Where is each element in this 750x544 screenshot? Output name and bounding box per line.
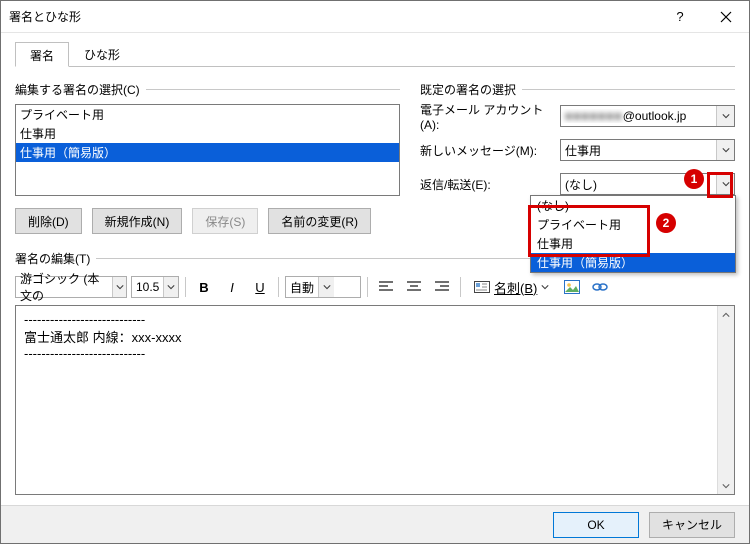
divider bbox=[522, 89, 735, 90]
card-icon bbox=[474, 281, 490, 293]
separator bbox=[460, 277, 461, 297]
right-group-label: 既定の署名の選択 bbox=[420, 81, 516, 98]
chevron-down-icon[interactable] bbox=[112, 277, 126, 297]
account-value: ■■■■■■■@outlook.jp bbox=[561, 109, 716, 123]
align-center-button[interactable] bbox=[402, 276, 426, 298]
editor-line: 富士通太郎 内線：xxx-xxxx bbox=[24, 327, 726, 346]
close-button[interactable] bbox=[703, 1, 749, 33]
list-item[interactable]: プライベート用 bbox=[16, 105, 399, 124]
ok-button[interactable]: OK bbox=[553, 512, 639, 538]
separator bbox=[278, 277, 279, 297]
titlebar: 署名とひな形 ? bbox=[1, 1, 749, 33]
italic-button[interactable]: I bbox=[220, 276, 244, 298]
callout-badge-1: 1 bbox=[684, 169, 704, 189]
color-combo[interactable]: 自動 bbox=[285, 276, 361, 298]
newmsg-value: 仕事用 bbox=[561, 142, 716, 159]
chevron-down-icon[interactable] bbox=[716, 106, 734, 126]
align-right-button[interactable] bbox=[430, 276, 454, 298]
bold-button[interactable]: B bbox=[192, 276, 216, 298]
underline-button[interactable]: U bbox=[248, 276, 272, 298]
editor-wrap: ---------------------------- 富士通太郎 内線：xx… bbox=[15, 305, 735, 495]
separator bbox=[367, 277, 368, 297]
account-combo[interactable]: ■■■■■■■@outlook.jp bbox=[560, 105, 735, 127]
chevron-down-icon bbox=[541, 283, 549, 291]
tab-strip: 署名 ひな形 bbox=[15, 41, 735, 67]
newmsg-label: 新しいメッセージ(M): bbox=[420, 142, 560, 159]
chevron-down-icon[interactable] bbox=[716, 174, 734, 194]
reply-combo[interactable]: (なし) bbox=[560, 173, 735, 195]
align-left-button[interactable] bbox=[374, 276, 398, 298]
link-icon bbox=[591, 281, 609, 293]
new-button[interactable]: 新規作成(N) bbox=[92, 208, 183, 234]
client-area: 署名 ひな形 編集する署名の選択(C) プライベート用 仕事用 仕事用（簡易版）… bbox=[1, 33, 749, 505]
editor-line: ---------------------------- bbox=[24, 346, 726, 361]
font-value: 游ゴシック (本文の bbox=[16, 270, 112, 304]
help-button[interactable]: ? bbox=[657, 1, 703, 33]
size-value: 10.5 bbox=[132, 280, 163, 294]
font-combo[interactable]: 游ゴシック (本文の bbox=[15, 276, 127, 298]
chevron-down-icon[interactable] bbox=[318, 277, 334, 297]
editor-line: ---------------------------- bbox=[24, 312, 726, 327]
image-button[interactable] bbox=[560, 276, 584, 298]
signature-editor[interactable]: ---------------------------- 富士通太郎 内線：xx… bbox=[15, 305, 735, 495]
separator bbox=[185, 277, 186, 297]
dropdown-item-selected[interactable]: 仕事用（簡易版） bbox=[531, 253, 735, 272]
list-item-selected[interactable]: 仕事用（簡易版） bbox=[16, 143, 399, 162]
dropdown-item[interactable]: (なし) bbox=[531, 196, 735, 215]
divider bbox=[146, 89, 400, 90]
tab-panel: 編集する署名の選択(C) プライベート用 仕事用 仕事用（簡易版） 削除(D) … bbox=[15, 67, 735, 234]
image-icon bbox=[564, 280, 580, 294]
scroll-down-icon[interactable] bbox=[718, 477, 734, 494]
chevron-down-icon[interactable] bbox=[163, 277, 178, 297]
tab-signature[interactable]: 署名 bbox=[15, 42, 69, 67]
list-item[interactable]: 仕事用 bbox=[16, 124, 399, 143]
left-column: 編集する署名の選択(C) プライベート用 仕事用 仕事用（簡易版） 削除(D) … bbox=[15, 81, 400, 234]
reply-label: 返信/転送(E): bbox=[420, 176, 560, 193]
delete-button[interactable]: 削除(D) bbox=[15, 208, 82, 234]
dialog-footer: OK キャンセル bbox=[1, 505, 749, 543]
color-value: 自動 bbox=[286, 279, 318, 296]
card-label: 名刺(B) bbox=[494, 278, 537, 297]
link-button[interactable] bbox=[588, 276, 612, 298]
right-column: 既定の署名の選択 電子メール アカウント(A): ■■■■■■■@outlook… bbox=[420, 81, 735, 234]
dialog-window: 署名とひな形 ? 署名 ひな形 編集する署名の選択(C) プライベート用 仕事用… bbox=[0, 0, 750, 544]
dropdown-item[interactable]: プライベート用 bbox=[531, 215, 735, 234]
reply-dropdown-list[interactable]: (なし) プライベート用 仕事用 仕事用（簡易版） bbox=[530, 195, 736, 273]
rename-button[interactable]: 名前の変更(R) bbox=[268, 208, 371, 234]
window-title: 署名とひな形 bbox=[1, 8, 657, 25]
signature-listbox[interactable]: プライベート用 仕事用 仕事用（簡易版） bbox=[15, 104, 400, 196]
callout-badge-2: 2 bbox=[656, 213, 676, 233]
newmsg-combo[interactable]: 仕事用 bbox=[560, 139, 735, 161]
left-group-label: 編集する署名の選択(C) bbox=[15, 81, 140, 98]
save-button: 保存(S) bbox=[192, 208, 258, 234]
size-combo[interactable]: 10.5 bbox=[131, 276, 179, 298]
editor-toolbar: 游ゴシック (本文の 10.5 B I U 自動 名刺(B) bbox=[15, 273, 735, 301]
business-card-button[interactable]: 名刺(B) bbox=[467, 276, 556, 298]
dropdown-item[interactable]: 仕事用 bbox=[531, 234, 735, 253]
account-label: 電子メール アカウント(A): bbox=[420, 101, 560, 132]
tab-template[interactable]: ひな形 bbox=[69, 41, 135, 66]
button-row: 削除(D) 新規作成(N) 保存(S) 名前の変更(R) bbox=[15, 208, 400, 234]
cancel-button[interactable]: キャンセル bbox=[649, 512, 735, 538]
close-icon bbox=[720, 11, 732, 23]
editor-scrollbar[interactable] bbox=[717, 306, 734, 494]
chevron-down-icon[interactable] bbox=[716, 140, 734, 160]
scroll-up-icon[interactable] bbox=[718, 306, 734, 323]
edit-label: 署名の編集(T) bbox=[15, 250, 90, 267]
